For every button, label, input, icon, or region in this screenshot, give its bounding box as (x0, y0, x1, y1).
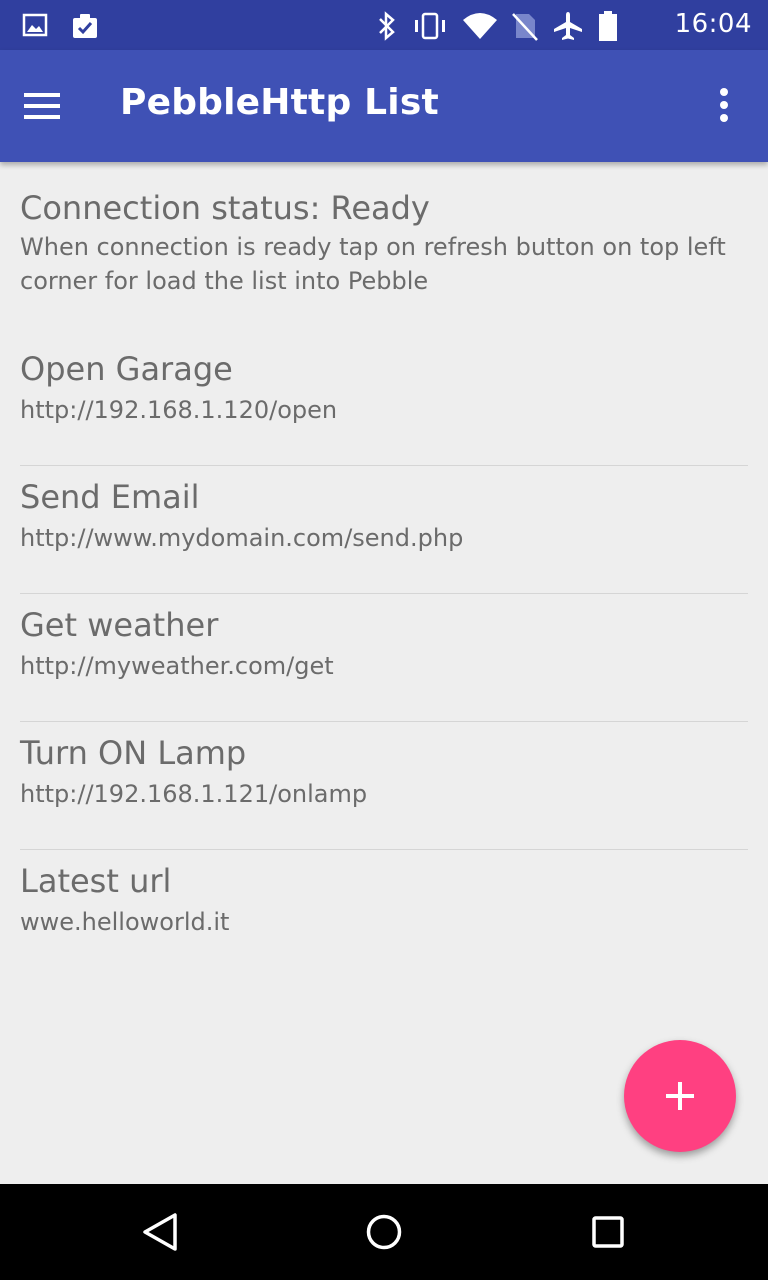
status-time: 16:04 (674, 9, 752, 39)
more-vert-icon (720, 88, 728, 122)
airplane-icon (554, 12, 582, 40)
app-bar: PebbleHttp List (0, 50, 768, 162)
connection-status-title: Connection status: Ready (20, 189, 430, 227)
list-item-url: http://myweather.com/get (20, 652, 334, 680)
list-item-url: wwe.helloworld.it (20, 908, 230, 936)
list-item-title: Latest url (20, 862, 172, 900)
no-sim-icon (512, 13, 538, 41)
status-left-icons (22, 12, 100, 40)
screen: 16:04 PebbleHttp List Connection status:… (0, 0, 768, 1280)
list-item-title: Get weather (20, 606, 219, 644)
back-triangle-icon (143, 1213, 177, 1251)
list-item-url: http://www.mydomain.com/send.php (20, 524, 464, 552)
battery-icon (599, 11, 617, 41)
list-item[interactable]: Turn ON Lamp http://192.168.1.121/onlamp (20, 722, 748, 850)
connection-status-description: When connection is ready tap on refresh … (20, 233, 726, 295)
bluetooth-icon (379, 11, 395, 41)
image-icon (22, 13, 48, 37)
list-item[interactable]: Send Email http://www.mydomain.com/send.… (20, 466, 748, 594)
home-circle-icon (366, 1214, 402, 1250)
vibrate-icon (415, 12, 445, 40)
menu-button[interactable] (22, 80, 74, 132)
recents-square-icon (592, 1216, 624, 1248)
list-item-url: http://192.168.1.121/onlamp (20, 780, 368, 808)
navigation-bar (0, 1184, 768, 1280)
home-button[interactable] (360, 1208, 408, 1256)
recents-button[interactable] (584, 1208, 632, 1256)
list-item[interactable]: Latest url wwe.helloworld.it (20, 850, 748, 977)
list-item-title: Open Garage (20, 350, 233, 388)
list-item-title: Turn ON Lamp (20, 734, 247, 772)
content: Connection status: Ready When connection… (0, 162, 768, 1184)
connection-status-block: Connection status: Ready When connection… (20, 186, 748, 298)
list-item-url: http://192.168.1.120/open (20, 396, 338, 424)
list-item[interactable]: Open Garage http://192.168.1.120/open (20, 338, 748, 466)
hamburger-menu-icon (24, 93, 60, 119)
add-button[interactable] (624, 1040, 736, 1152)
app-title: PebbleHttp List (120, 82, 439, 123)
back-button[interactable] (136, 1208, 184, 1256)
url-list: Open Garage http://192.168.1.120/open Se… (20, 338, 748, 977)
wifi-icon (463, 13, 497, 39)
status-right-icons (376, 10, 618, 42)
overflow-menu-button[interactable] (698, 84, 746, 132)
status-bar: 16:04 (0, 0, 768, 50)
plus-icon (666, 1082, 694, 1110)
list-item[interactable]: Get weather http://myweather.com/get (20, 594, 748, 722)
list-item-title: Send Email (20, 478, 200, 516)
clipboard-check-icon (73, 14, 97, 38)
